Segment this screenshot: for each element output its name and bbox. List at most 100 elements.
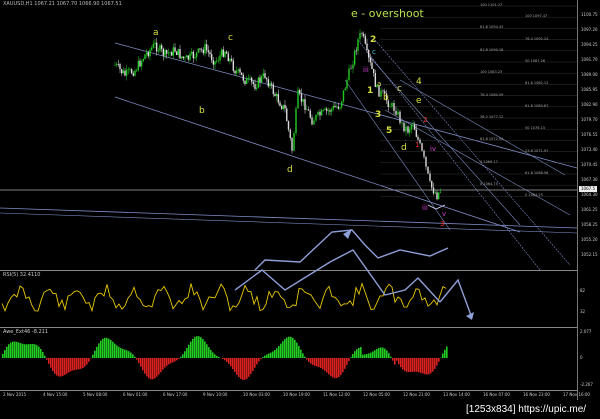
oscillator-bar: [222, 358, 224, 360]
oscillator-bar: [98, 343, 100, 358]
time-tick: 12 Nov 21:00: [403, 392, 430, 397]
price-tick: 1076.55: [581, 132, 598, 137]
oscillator-bar: [226, 358, 228, 362]
oscillator-bar: [24, 344, 26, 358]
oscillator-bar: [256, 358, 258, 365]
oscillator-bar: [116, 345, 118, 358]
oscillator-bar: [230, 358, 232, 367]
time-tick: 11 Nov 12:00: [323, 392, 350, 397]
oscillator-bar: [248, 358, 250, 377]
oscillator-bar: [236, 358, 238, 375]
oscillator-bar: [4, 350, 6, 358]
oscillator-bar: [138, 358, 140, 364]
price-tick: 1073.40: [581, 147, 598, 152]
oscillator-bar: [392, 358, 394, 361]
oscillator-bar: [330, 358, 332, 377]
oscillator-bar: [50, 358, 52, 368]
oscillator-bar: [130, 352, 132, 358]
oscillator-bar: [10, 342, 12, 358]
oscillator-bar: [388, 353, 390, 358]
oscillator-bar: [168, 358, 170, 365]
time-tick: 9 Nov 10:00: [203, 392, 228, 397]
time-tick: 16 Nov 23:00: [523, 392, 550, 397]
oscillator-bar: [182, 354, 184, 358]
oscillator-bar: [258, 358, 260, 362]
price-tick: 1085.95: [581, 87, 598, 92]
oscillator-bar: [54, 358, 56, 374]
oscillator-bar: [162, 358, 164, 370]
oscillator-bar: [410, 358, 412, 373]
oscillator-bar: [208, 347, 210, 358]
oscillator-bar: [170, 358, 172, 364]
oscillator-bar: [340, 358, 342, 376]
oscillator-bar: [26, 344, 28, 358]
oscillator-bar: [158, 358, 160, 375]
oscillator-bar: [360, 347, 362, 358]
oscillator-bar: [290, 336, 292, 358]
oscillator-bar: [180, 356, 182, 358]
rsi-tick-high: 82: [580, 288, 586, 293]
oscillator-bar: [32, 343, 34, 358]
oscillator-bar: [262, 357, 264, 358]
oscillator-bar: [366, 353, 368, 358]
oscillator-bar: [88, 358, 90, 362]
osc-tick-low: -2.267: [580, 382, 593, 387]
oscillator-bar: [308, 358, 310, 362]
watermark: [1253x834] https://upic.me/: [466, 404, 587, 415]
oscillator-bar: [336, 358, 338, 379]
oscillator-bar: [94, 350, 96, 358]
oscillator-bar: [284, 339, 286, 358]
time-axis[interactable]: 2 Nov 2015 4 Nov 15:00 5 Nov 08:00 6 Nov 01…: [0, 390, 590, 401]
oscillator-bar: [282, 341, 284, 358]
oscillator-bar: [60, 358, 62, 377]
oscillator-bar: [352, 353, 354, 358]
oscillator-bar: [442, 353, 444, 358]
oscillator-bar: [228, 358, 230, 364]
oscillator-bar: [122, 348, 124, 358]
oscillator-bar: [204, 341, 206, 358]
oscillator-bar: [114, 343, 116, 358]
oscillator-bar: [124, 349, 126, 358]
oscillator-bar: [146, 358, 148, 377]
oscillator-bar: [446, 346, 448, 358]
oscillator-bar: [426, 358, 428, 375]
oscillator-bar: [380, 347, 382, 358]
oscillator-bar: [224, 358, 226, 361]
oscillator-bar: [134, 356, 136, 358]
time-tick: 17 Nov 16:00: [563, 392, 590, 397]
oscillator-bar: [136, 358, 138, 360]
oscillator-bar: [172, 358, 174, 363]
oscillator-bar: [100, 340, 102, 358]
oscillator-bar: [272, 351, 274, 358]
oscillator-bar: [432, 358, 434, 372]
oscillator-bar: [12, 341, 14, 358]
oscillator-bar: [356, 349, 358, 358]
oscillator-bar: [408, 358, 410, 373]
oscillator-bar: [66, 358, 68, 374]
oscillator-bar: [46, 358, 48, 360]
price-axis[interactable]: 1100.75 1097.20 1094.25 1091.70 1089.00 1085.…: [577, 0, 600, 400]
oscillator-bar: [22, 343, 24, 358]
oscillator-bar: [164, 358, 166, 368]
oscillator-bar: [344, 358, 346, 369]
oscillator-bar: [176, 358, 178, 361]
oscillator-bar: [412, 358, 414, 372]
oscillator-bar: [382, 347, 384, 358]
oscillator-bar: [206, 344, 208, 358]
oscillator-bar: [16, 341, 18, 358]
oscillator-bar: [150, 358, 152, 380]
oscillator-bar: [400, 358, 402, 368]
oscillator-bar: [362, 354, 364, 358]
oscillator-bar: [174, 358, 176, 362]
oscillator-bar: [40, 348, 42, 358]
oscillator-bar: [140, 358, 142, 367]
oscillator-bar: [438, 358, 440, 362]
oscillator-bar: [34, 344, 36, 358]
oscillator-histogram: [2, 336, 448, 380]
oscillator-bar: [294, 339, 296, 358]
oscillator-bar: [72, 358, 74, 371]
oscillator-bar: [324, 358, 326, 371]
oscillator-bar: [42, 352, 44, 358]
oscillator-bar: [8, 344, 10, 358]
oscillator-bar: [110, 340, 112, 358]
